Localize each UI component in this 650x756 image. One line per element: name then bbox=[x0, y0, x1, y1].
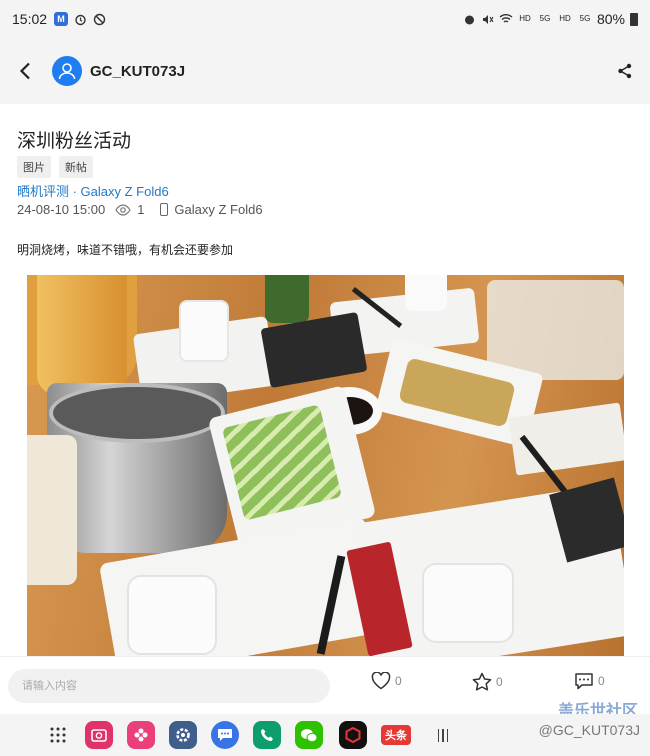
grid-icon bbox=[50, 727, 66, 743]
post-date: 24-08-10 15:00 bbox=[17, 202, 106, 217]
favorite-count: 0 bbox=[496, 674, 503, 689]
alarm-icon bbox=[463, 12, 477, 26]
tag-image: 图片 bbox=[17, 156, 51, 178]
flower-app-icon[interactable] bbox=[127, 721, 155, 749]
status-bar: 15:02 M HD 5G HD 5G 80% bbox=[0, 0, 650, 38]
wechat-app-icon[interactable] bbox=[295, 721, 323, 749]
settings-app-icon[interactable] bbox=[169, 721, 197, 749]
favorite-button[interactable]: 0 bbox=[472, 672, 503, 691]
share-button[interactable] bbox=[614, 60, 636, 82]
comments-button[interactable]: 0 bbox=[574, 672, 605, 690]
avatar[interactable] bbox=[52, 56, 82, 86]
back-button[interactable] bbox=[14, 60, 36, 82]
post-meta: 24-08-10 15:00 1 Galaxy Z Fold6 bbox=[17, 202, 263, 217]
post-title: 深圳粉丝活动 bbox=[17, 131, 132, 152]
star-icon bbox=[472, 672, 492, 691]
battery-percent: 80% bbox=[596, 11, 625, 27]
comment-count: 0 bbox=[598, 674, 605, 688]
like-count: 0 bbox=[395, 674, 402, 688]
post-category-link[interactable]: 晒机评测 · Galaxy Z Fold6 bbox=[17, 181, 169, 200]
app-notification-icon: M bbox=[54, 12, 69, 26]
gallery-app-icon[interactable] bbox=[85, 721, 113, 749]
top-bar: GC_KUT073J bbox=[0, 38, 650, 104]
device-icon bbox=[160, 203, 169, 216]
battery-icon bbox=[630, 12, 638, 26]
post-tags: 图片 新帖 bbox=[17, 156, 93, 178]
comment-icon bbox=[575, 673, 593, 690]
do-not-disturb-icon bbox=[92, 12, 106, 26]
alarm-icon bbox=[73, 12, 87, 26]
comment-bar bbox=[0, 656, 650, 714]
wifi-icon bbox=[499, 12, 513, 26]
user-icon bbox=[58, 63, 76, 80]
camera-pro-app-icon[interactable] bbox=[339, 721, 367, 749]
app-drawer-button[interactable] bbox=[46, 723, 70, 747]
tag-new: 新帖 bbox=[59, 156, 93, 178]
recent-apps-button[interactable] bbox=[433, 727, 453, 743]
post-photo[interactable] bbox=[27, 275, 624, 656]
eye-icon bbox=[115, 203, 131, 216]
comment-input[interactable] bbox=[8, 668, 330, 703]
mute-icon bbox=[481, 12, 495, 26]
status-time: 15:02 bbox=[12, 11, 48, 27]
post-device: Galaxy Z Fold6 bbox=[174, 202, 263, 217]
watermark-user: @GC_KUT073J bbox=[538, 722, 640, 738]
signal-label: 5G bbox=[579, 14, 591, 23]
share-icon bbox=[618, 63, 632, 79]
signal-label: 5G bbox=[539, 14, 551, 23]
toutiao-app-icon[interactable]: 头条 bbox=[381, 725, 411, 745]
view-count: 1 bbox=[137, 202, 145, 217]
messages-app-icon[interactable] bbox=[211, 721, 239, 749]
post-body: 明洞烧烤，味道不错哦，有机会还要参加 bbox=[17, 243, 234, 257]
signal-label: HD bbox=[559, 14, 571, 23]
like-button[interactable]: 0 bbox=[371, 672, 402, 690]
username[interactable]: GC_KUT073J bbox=[90, 63, 185, 80]
heart-icon bbox=[371, 672, 391, 690]
back-arrow-icon bbox=[19, 62, 30, 80]
signal-label: HD bbox=[519, 14, 531, 23]
phone-app-icon[interactable] bbox=[253, 721, 281, 749]
